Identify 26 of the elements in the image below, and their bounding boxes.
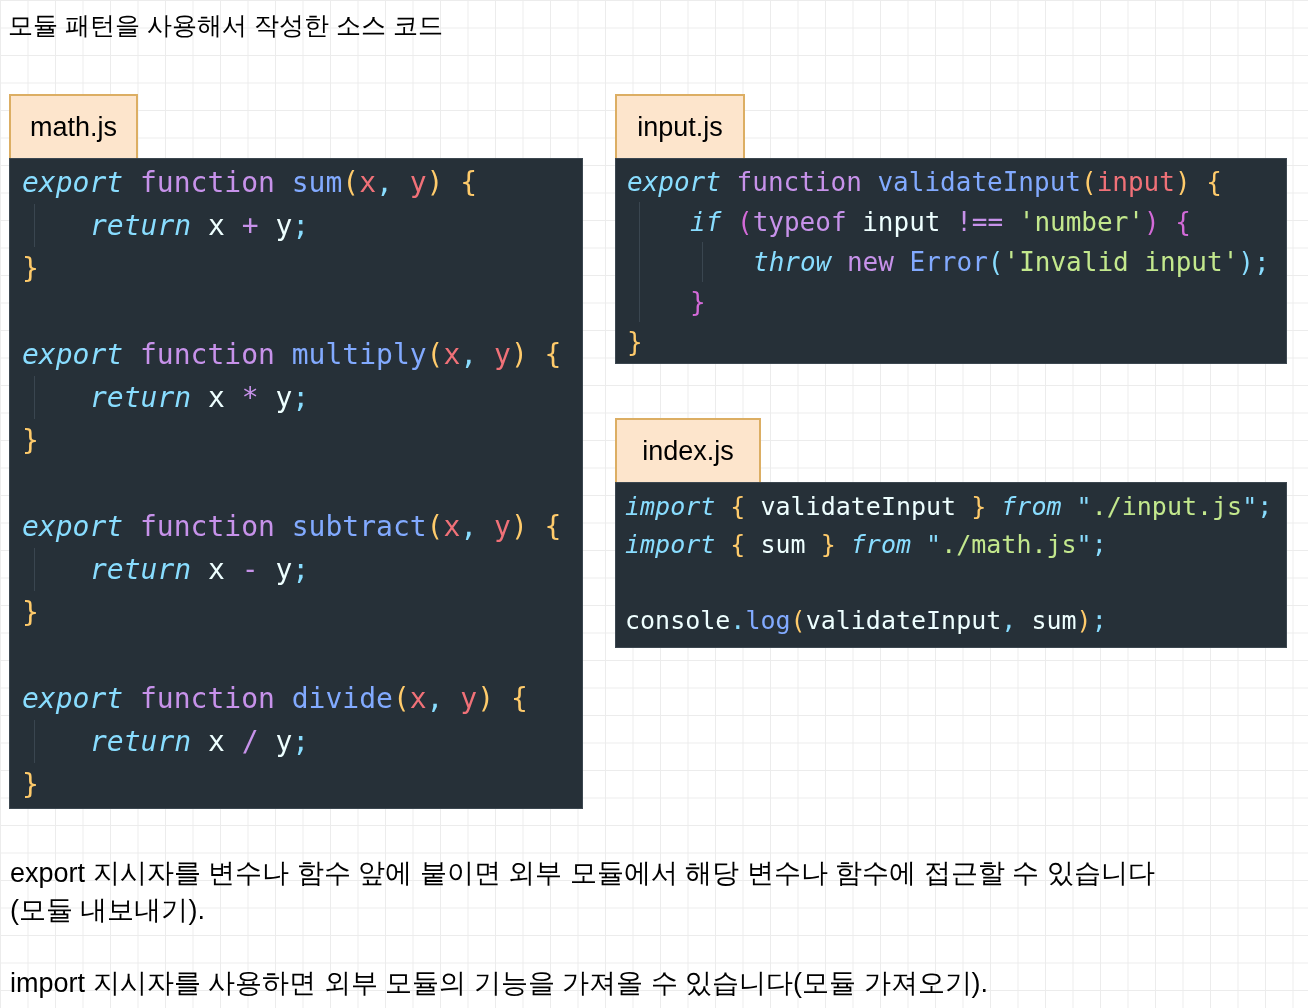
code-line: export function multiply(x, y) {	[22, 337, 562, 373]
code-line: if (typeof input !== 'number') {	[690, 206, 1191, 239]
note-text: import 지시자를 사용하면 외부 모듈의 기능을 가져올 수 있습니다(모듈 가져오기).	[10, 967, 989, 1000]
code-line: import { validateInput } from "./input.js";	[625, 491, 1273, 523]
code-line: export function subtract(x, y) {	[22, 509, 562, 545]
code-line: return x * y;	[90, 380, 310, 416]
code-line: export function divide(x, y) {	[22, 681, 528, 717]
code-line: }	[22, 595, 39, 631]
code-line: console.log(validateInput, sum);	[625, 605, 1107, 637]
file-name-label: input.js	[615, 94, 745, 158]
code-line: }	[690, 286, 706, 319]
code-line: return x + y;	[90, 208, 310, 244]
file-name-label: index.js	[615, 418, 761, 482]
code-line: export function sum(x, y) {	[22, 165, 478, 201]
code-line: }	[22, 767, 39, 803]
code-line: }	[22, 423, 39, 459]
code-line: return x - y;	[90, 552, 310, 588]
code-line: return x / y;	[90, 724, 310, 760]
file-name-label: math.js	[9, 94, 138, 158]
code-line: import { sum } from "./math.js";	[625, 529, 1107, 561]
note-text: export 지시자를 변수나 함수 앞에 붙이면 외부 모듈에서 해당 변수나 함수에 접근할 수 있습니다 (모듈 내보내기).	[10, 857, 1156, 927]
page-title: 모듈 패턴을 사용해서 작성한 소스 코드	[8, 10, 443, 41]
code-line: }	[22, 251, 39, 287]
code-line: export function validateInput(input) {	[627, 166, 1222, 199]
code-line: throw new Error('Invalid input');	[753, 246, 1270, 279]
code-line: }	[627, 326, 643, 359]
